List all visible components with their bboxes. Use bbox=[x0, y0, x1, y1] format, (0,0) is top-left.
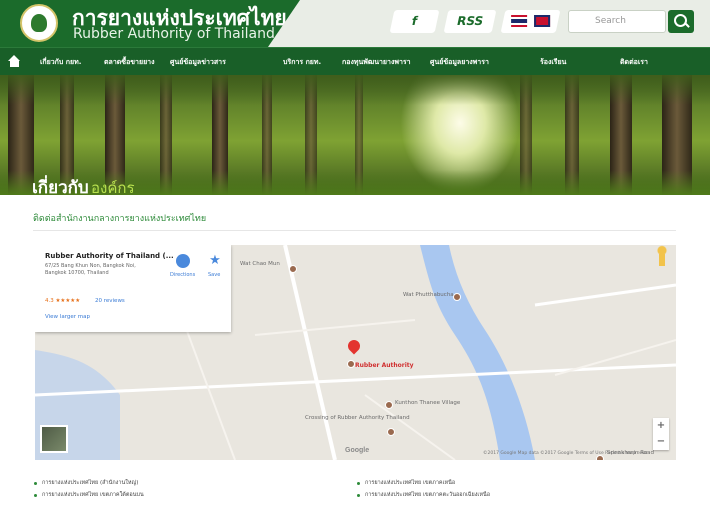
poi-marker[interactable] bbox=[453, 293, 461, 301]
zoom-control: + − bbox=[653, 418, 669, 450]
language-switcher bbox=[500, 10, 561, 33]
nav-item-market[interactable]: ตลาดซื้อขายยาง bbox=[104, 57, 155, 68]
office-link[interactable]: การยางแห่งประเทศไทย เขตภาคใต้ตอนบน bbox=[33, 491, 144, 503]
embedded-map[interactable]: Rubber Authority of Thailand (... 67/25 … bbox=[35, 245, 676, 460]
rss-icon: RSS bbox=[455, 14, 485, 28]
star-icon[interactable]: ★ bbox=[208, 254, 222, 268]
office-link[interactable]: การยางแห่งประเทศไทย เขตภาคเหนือ bbox=[356, 479, 490, 491]
place-info-card: Rubber Authority of Thailand (... 67/25 … bbox=[35, 245, 231, 332]
nav-item-fund[interactable]: กองทุนพัฒนายางพารา bbox=[342, 57, 411, 68]
map-attribution: ©2017 Google Map data ©2017 Google Terms… bbox=[483, 451, 649, 456]
poi-marker[interactable] bbox=[289, 265, 297, 273]
rubber-authority-logo[interactable] bbox=[20, 4, 58, 42]
poi-marker[interactable] bbox=[387, 428, 395, 436]
nav-item-services[interactable]: บริการ กยท. bbox=[283, 57, 321, 68]
nav-item-complaints[interactable]: ร้องเรียน bbox=[540, 57, 566, 68]
search-input[interactable]: Search bbox=[568, 10, 666, 33]
banner-subtitle: องค์กร bbox=[91, 179, 135, 197]
zoom-in-button[interactable]: + bbox=[653, 418, 669, 434]
banner-title: เกี่ยวกับ bbox=[32, 178, 89, 198]
page: การยางแห่งประเทศไทย Rubber Authority of … bbox=[0, 0, 710, 530]
nav-item-about[interactable]: เกี่ยวกับ กยท. bbox=[40, 57, 81, 68]
nav-item-rubber-data[interactable]: ศูนย์ข้อมูลยางพารา bbox=[430, 57, 489, 68]
rss-button[interactable]: RSS bbox=[443, 10, 497, 33]
search-placeholder: Search bbox=[595, 16, 626, 26]
page-title: ติดต่อสำนักงานกลางการยางแห่งประเทศไทย bbox=[33, 214, 207, 224]
thai-flag-icon[interactable] bbox=[511, 15, 528, 27]
reviews-link[interactable]: 20 reviews bbox=[95, 298, 125, 304]
poi-label: Wat Chao Mun bbox=[240, 261, 280, 267]
office-link[interactable]: การยางแห่งประเทศไทย เขตภาคตะวันออกเฉียงเ… bbox=[356, 491, 490, 503]
office-links-right: การยางแห่งประเทศไทย เขตภาคเหนือ การยางแห… bbox=[356, 479, 490, 503]
save-link[interactable]: Save bbox=[208, 272, 220, 278]
poi-label: Crossing of Rubber Authority Thailand bbox=[305, 415, 410, 421]
poi-marker[interactable] bbox=[385, 401, 393, 409]
directions-link[interactable]: Directions bbox=[170, 272, 195, 278]
divider bbox=[33, 230, 676, 231]
poi-label: Kunthon Thanee Village bbox=[395, 400, 461, 406]
directions-icon[interactable] bbox=[176, 254, 190, 268]
google-logo: Google bbox=[345, 447, 370, 454]
search-button[interactable] bbox=[668, 10, 694, 33]
office-link[interactable]: การยางแห่งประเทศไทย (สำนักงานใหญ่) bbox=[33, 479, 144, 491]
pin-label: Rubber Authority bbox=[355, 362, 414, 369]
site-header: การยางแห่งประเทศไทย Rubber Authority of … bbox=[0, 0, 710, 47]
facebook-icon: f bbox=[410, 14, 419, 28]
location-marker bbox=[347, 360, 355, 368]
nav-item-contact[interactable]: ติดต่อเรา bbox=[620, 57, 648, 68]
office-links-left: การยางแห่งประเทศไทย (สำนักงานใหญ่) การยา… bbox=[33, 479, 144, 503]
place-rating: 4.3 ★★★★★ bbox=[45, 298, 81, 304]
street-view-icon[interactable] bbox=[655, 245, 669, 267]
zoom-out-button[interactable]: − bbox=[653, 434, 669, 450]
banner-foliage bbox=[0, 75, 710, 105]
facebook-button[interactable]: f bbox=[389, 10, 440, 33]
main-nav: เกี่ยวกับ กยท. ตลาดซื้อขายยาง ศูนย์ข้อมู… bbox=[0, 47, 710, 75]
english-flag-icon[interactable] bbox=[534, 15, 551, 27]
satellite-toggle[interactable] bbox=[40, 425, 68, 453]
place-address: 67/25 Bang Khun Non, Bangkok Noi, Bangko… bbox=[45, 263, 136, 276]
larger-map-link[interactable]: View larger map bbox=[45, 314, 90, 320]
home-icon[interactable] bbox=[8, 55, 21, 67]
poi-label: Wat Phutthabucha bbox=[403, 292, 454, 298]
nav-item-info-center[interactable]: ศูนย์ข้อมูลข่าวสาร bbox=[170, 57, 226, 68]
org-name-english: Rubber Authority of Thailand bbox=[73, 26, 275, 42]
place-name[interactable]: Rubber Authority of Thailand (... bbox=[45, 252, 174, 260]
